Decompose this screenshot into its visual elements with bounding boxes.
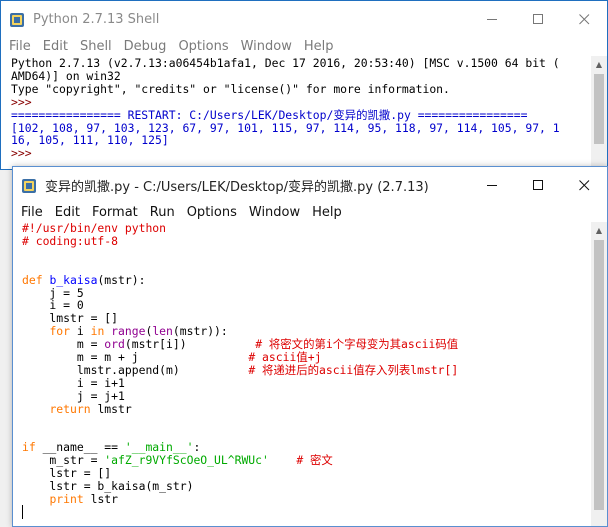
editor-title: 变异的凯撒.py - C:/Users/LEK/Desktop/变异的凯撒.py…: [45, 180, 429, 195]
menu-help[interactable]: Help: [306, 205, 348, 220]
menu-options[interactable]: Options: [172, 39, 234, 54]
code-line: #!/usr/bin/env python: [22, 221, 167, 235]
code-line: lmstr.append(m) # 将递进后的ascii值存入列表lmstr[]: [22, 362, 459, 377]
editor-menubar: File Edit Format Run Options Window Help: [13, 204, 607, 221]
menu-debug[interactable]: Debug: [118, 39, 173, 54]
editor-titlebar[interactable]: 变异的凯撒.py - C:/Users/LEK/Desktop/变异的凯撒.py…: [13, 167, 607, 204]
text-cursor: [22, 505, 23, 519]
python-shell-window[interactable]: Python 2.7.13 Shell File Edit Shell Debu…: [0, 0, 608, 170]
menu-run[interactable]: Run: [144, 205, 181, 220]
python-icon: [10, 12, 24, 27]
menu-edit[interactable]: Edit: [49, 205, 86, 220]
minimize-button[interactable]: [469, 1, 515, 38]
minimize-icon: [486, 185, 497, 186]
code-line: print lstr: [49, 492, 119, 507]
code-editor[interactable]: #!/usr/bin/env python # coding:utf-8 def …: [22, 222, 458, 506]
shell-scrollbar[interactable]: ▲: [591, 56, 607, 169]
code-line: j = 5: [22, 285, 84, 300]
close-button[interactable]: [561, 167, 607, 204]
shell-prompt: >>>: [11, 146, 39, 161]
code-line: # coding:utf-8: [22, 233, 119, 248]
minimize-button[interactable]: [469, 167, 515, 204]
menu-window[interactable]: Window: [243, 205, 306, 220]
close-button[interactable]: [561, 1, 607, 38]
code-line: return lmstr: [49, 401, 132, 416]
menu-window[interactable]: Window: [235, 39, 298, 54]
editor-scrollbar-thumb[interactable]: [594, 240, 604, 510]
close-icon: [578, 14, 589, 25]
shell-restart-line: ================ RESTART: C:/Users/LEK/D…: [11, 107, 528, 122]
code-line: i = i+1: [22, 375, 125, 390]
menu-shell[interactable]: Shell: [74, 39, 118, 54]
maximize-button[interactable]: [515, 1, 561, 38]
shell-output[interactable]: Python 2.7.13 (v2.7.13:a06454b1afa1, Dec…: [11, 57, 560, 160]
code-line: def b_kaisa(mstr):: [22, 272, 146, 287]
menu-file[interactable]: File: [3, 39, 37, 54]
maximize-icon: [532, 14, 543, 24]
scroll-up-arrow-icon[interactable]: ▲: [591, 56, 607, 72]
menu-edit[interactable]: Edit: [37, 39, 74, 54]
scroll-up-arrow-icon[interactable]: ▲: [591, 222, 607, 238]
shell-line: Type "copyright", "credits" or "license(…: [11, 81, 450, 96]
close-icon: [578, 180, 589, 191]
maximize-button[interactable]: [515, 167, 561, 204]
menu-help[interactable]: Help: [298, 39, 340, 54]
shell-prompt: >>>: [11, 94, 39, 109]
shell-menubar: File Edit Shell Debug Options Window Hel…: [1, 38, 607, 55]
shell-line: AMD64)] on win32: [11, 68, 121, 83]
shell-scrollbar-thumb[interactable]: [594, 74, 604, 144]
shell-output-line: 16, 105, 111, 110, 125]: [11, 133, 169, 148]
menu-file[interactable]: File: [15, 205, 49, 220]
shell-title: Python 2.7.13 Shell: [33, 12, 160, 27]
shell-titlebar[interactable]: Python 2.7.13 Shell: [1, 1, 607, 38]
menu-format[interactable]: Format: [86, 205, 144, 220]
editor-window[interactable]: 变异的凯撒.py - C:/Users/LEK/Desktop/变异的凯撒.py…: [12, 166, 608, 527]
menu-options[interactable]: Options: [181, 205, 243, 220]
python-icon: [22, 178, 36, 193]
editor-scrollbar[interactable]: ▲: [591, 222, 607, 526]
maximize-icon: [532, 180, 543, 190]
shell-line: Python 2.7.13 (v2.7.13:a06454b1afa1, Dec…: [11, 56, 560, 70]
minimize-icon: [486, 19, 497, 20]
